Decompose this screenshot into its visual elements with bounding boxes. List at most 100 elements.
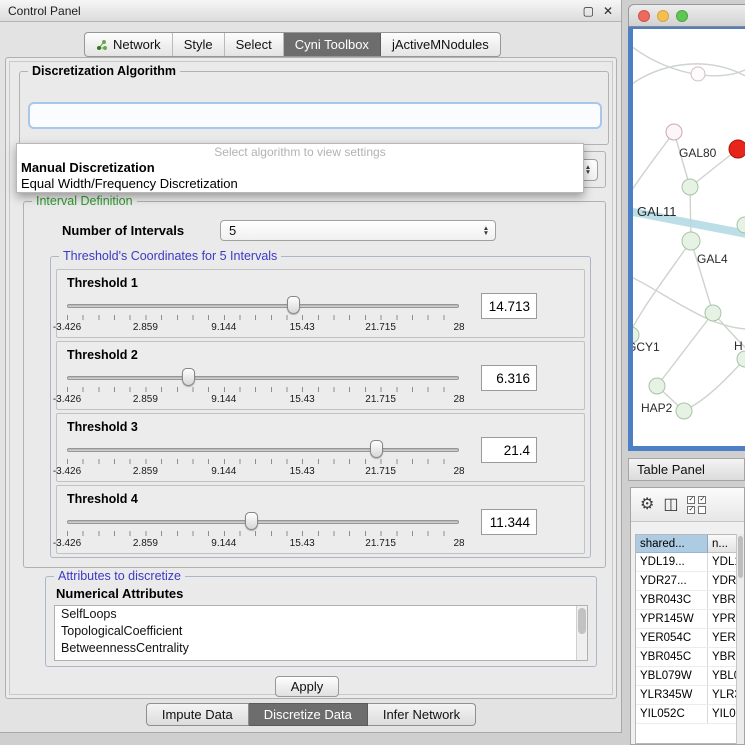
threshold-4-slider[interactable]: -3.426 2.859 9.144 15.43 21.715 28 — [67, 514, 459, 552]
column-header-name[interactable]: n... — [708, 535, 737, 553]
scale-label: 21.715 — [365, 322, 396, 333]
table-row[interactable]: YIL052C YIL0 — [636, 705, 737, 724]
network-node[interactable] — [737, 351, 745, 367]
list-item[interactable]: BetweennessCentrality — [55, 640, 587, 657]
dropdown-option-equal-width-frequency[interactable]: Equal Width/Frequency Discretization — [17, 176, 583, 192]
table-panel-titlebar: Table Panel — [628, 458, 745, 481]
table-cell[interactable]: YBL079W — [636, 667, 708, 685]
network-node[interactable] — [666, 124, 682, 140]
network-node[interactable] — [682, 179, 698, 195]
columns-icon[interactable]: ◫ — [663, 497, 678, 513]
network-window-titlebar[interactable] — [628, 4, 745, 27]
threshold-2-slider[interactable]: -3.426 2.859 9.144 15.43 21.715 28 — [67, 370, 459, 408]
table-cell[interactable]: YIL0 — [708, 705, 737, 723]
zoom-traffic-light[interactable] — [676, 10, 688, 22]
network-node[interactable] — [691, 67, 705, 81]
node-attribute-table: shared... n... YDL19... YDL1 YDR27... YD… — [635, 534, 738, 744]
table-row[interactable]: YLR345W YLR3 — [636, 686, 737, 705]
float-window-icon[interactable]: ▢ — [583, 4, 594, 18]
tab-jactivemnodules[interactable]: jActiveMNodules — [381, 33, 500, 56]
thresholds-group: Threshold's Coordinates for 5 Intervals … — [50, 256, 591, 558]
threshold-1-value-field[interactable]: 14.713 — [481, 293, 537, 319]
network-node[interactable] — [705, 305, 721, 321]
threshold-3-slider[interactable]: -3.426 2.859 9.144 15.43 21.715 28 — [67, 442, 459, 480]
table-cell[interactable]: YIL052C — [636, 705, 708, 723]
table-cell[interactable]: YER054C — [636, 629, 708, 647]
network-node[interactable] — [649, 378, 665, 394]
checkbox-icon — [698, 506, 706, 514]
close-icon[interactable]: ✕ — [603, 4, 613, 18]
network-node[interactable] — [682, 232, 700, 250]
tab-jactivemnodules-label: jActiveMNodules — [392, 37, 489, 52]
network-canvas[interactable]: GAL80 GAL11 GAL4 GCY1 HAP2 H — [628, 27, 745, 451]
network-node-selected[interactable] — [729, 140, 745, 158]
tab-discretize-data[interactable]: Discretize Data — [249, 703, 368, 726]
table-cell[interactable]: YDR2 — [708, 572, 737, 590]
table-cell[interactable]: YPR1 — [708, 610, 737, 628]
threshold-3-panel: Threshold 3 -3.426 2.859 9.144 15.43 — [56, 413, 585, 482]
table-cell[interactable]: YLR3 — [708, 686, 737, 704]
dropdown-option-manual-discretization[interactable]: Manual Discretization — [17, 160, 583, 176]
threshold-2-panel: Threshold 2 -3.426 2.859 9.144 15.43 — [56, 341, 585, 410]
checkbox-icon: ✓ — [687, 506, 695, 514]
scrollbar-thumb[interactable] — [578, 608, 586, 634]
tab-network[interactable]: Network — [85, 33, 173, 56]
table-row[interactable]: YBR045C YBR0 — [636, 648, 737, 667]
close-traffic-light[interactable] — [638, 10, 650, 22]
threshold-2-value-field[interactable]: 6.316 — [481, 365, 537, 391]
scale-label: 15.43 — [290, 466, 315, 477]
table-cell[interactable]: YER0 — [708, 629, 737, 647]
threshold-1-slider[interactable]: -3.426 2.859 9.144 15.43 21.715 28 — [67, 298, 459, 336]
algorithm-combobox[interactable] — [28, 102, 602, 129]
table-cell[interactable]: YBL0 — [708, 667, 737, 685]
table-cell[interactable]: YDL1 — [708, 553, 737, 571]
attributes-scrollbar[interactable] — [576, 606, 587, 660]
list-item[interactable]: TopologicalCoefficient — [55, 623, 587, 640]
scale-label: 2.859 — [133, 322, 158, 333]
slider-track[interactable] — [67, 304, 459, 308]
table-row[interactable]: YBR043C YBR0 — [636, 591, 737, 610]
table-cell[interactable]: YPR145W — [636, 610, 708, 628]
slider-handle[interactable] — [370, 440, 383, 458]
table-row[interactable]: YPR145W YPR1 — [636, 610, 737, 629]
tab-infer-network[interactable]: Infer Network — [368, 703, 476, 726]
table-row[interactable]: YDL19... YDL1 — [636, 553, 737, 572]
scale-label: 28 — [453, 394, 464, 405]
screen: Control Panel ▢ ✕ Network Style Select C… — [0, 0, 745, 745]
slider-handle[interactable] — [245, 512, 258, 530]
tab-select[interactable]: Select — [225, 33, 284, 56]
slider-track[interactable] — [67, 520, 459, 524]
column-header-shared-name[interactable]: shared... — [636, 535, 708, 553]
table-cell[interactable]: YDL19... — [636, 553, 708, 571]
table-cell[interactable]: YBR0 — [708, 648, 737, 666]
table-row[interactable]: YER054C YER0 — [636, 629, 737, 648]
table-cell[interactable]: YLR345W — [636, 686, 708, 704]
apply-button[interactable]: Apply — [275, 676, 339, 697]
tab-impute-data[interactable]: Impute Data — [146, 703, 249, 726]
table-cell[interactable]: YBR043C — [636, 591, 708, 609]
attributes-group: Attributes to discretize Numerical Attri… — [45, 576, 597, 667]
slider-track[interactable] — [67, 376, 459, 380]
table-row[interactable]: YDR27... YDR2 — [636, 572, 737, 591]
slider-ticks — [67, 531, 459, 536]
slider-handle[interactable] — [182, 368, 195, 386]
threshold-4-value-field[interactable]: 11.344 — [481, 509, 537, 535]
slider-handle[interactable] — [287, 296, 300, 314]
gear-icon[interactable]: ⚙ — [640, 497, 654, 513]
threshold-3-value-field[interactable]: 21.4 — [481, 437, 537, 463]
table-cell[interactable]: YDR27... — [636, 572, 708, 590]
network-node[interactable] — [676, 403, 692, 419]
table-cell[interactable]: YBR0 — [708, 591, 737, 609]
table-row[interactable]: YBL079W YBL0 — [636, 667, 737, 686]
slider-track[interactable] — [67, 448, 459, 452]
tab-cyni-toolbox[interactable]: Cyni Toolbox — [284, 33, 381, 56]
scrollbar-thumb[interactable] — [738, 536, 743, 578]
list-item[interactable]: SelfLoops — [55, 606, 587, 623]
tab-style[interactable]: Style — [173, 33, 225, 56]
num-intervals-combobox[interactable]: 5 ▲ ▼ — [220, 220, 496, 241]
minimize-traffic-light[interactable] — [657, 10, 669, 22]
tab-style-label: Style — [184, 37, 213, 52]
table-scrollbar[interactable] — [736, 534, 744, 744]
table-cell[interactable]: YBR045C — [636, 648, 708, 666]
select-columns-icon[interactable]: ✓ ✓ ✓ — [687, 496, 707, 514]
